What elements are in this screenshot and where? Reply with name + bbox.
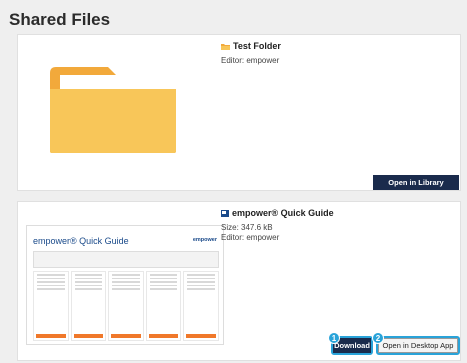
presentation-icon: [221, 209, 229, 217]
folder-editor: Editor: empower: [221, 56, 280, 65]
folder-icon: [221, 43, 230, 50]
guide-column: [70, 271, 107, 341]
guide-column: [33, 271, 69, 341]
guide-thumbnail-columns: [33, 271, 219, 341]
file-card: empower® Quick Guide empower empower® Qu…: [17, 201, 461, 361]
guide-column: [145, 271, 182, 341]
page-title: Shared Files: [9, 10, 111, 29]
folder-title[interactable]: Test Folder: [221, 41, 281, 51]
guide-thumbnail-title: empower® Quick Guide: [33, 236, 129, 246]
guide-thumbnail[interactable]: empower® Quick Guide empower: [26, 225, 224, 345]
file-editor: Editor: empower: [221, 233, 280, 242]
file-name: empower® Quick Guide: [232, 208, 334, 218]
folder-info: Test Folder Editor: empower: [221, 41, 281, 66]
open-in-library-button[interactable]: Open in Library: [373, 175, 459, 190]
folder-thumbnail[interactable]: [48, 65, 178, 155]
step-badge-2: 2: [372, 332, 384, 344]
guide-column: [183, 271, 219, 341]
file-info: empower® Quick Guide Size: 347.6 kB Edit…: [221, 208, 334, 243]
file-title[interactable]: empower® Quick Guide: [221, 208, 334, 218]
folder-name: Test Folder: [233, 41, 281, 51]
guide-thumbnail-ribbon: [33, 251, 219, 268]
file-size: Size: 347.6 kB: [221, 223, 273, 232]
guide-column: [108, 271, 144, 341]
open-in-desktop-app-button[interactable]: Open in Desktop App: [378, 338, 458, 353]
step-badge-1: 1: [328, 332, 340, 344]
folder-card: Test Folder Editor: empower Open in Libr…: [17, 34, 461, 191]
guide-thumbnail-logo: empower: [192, 237, 217, 243]
